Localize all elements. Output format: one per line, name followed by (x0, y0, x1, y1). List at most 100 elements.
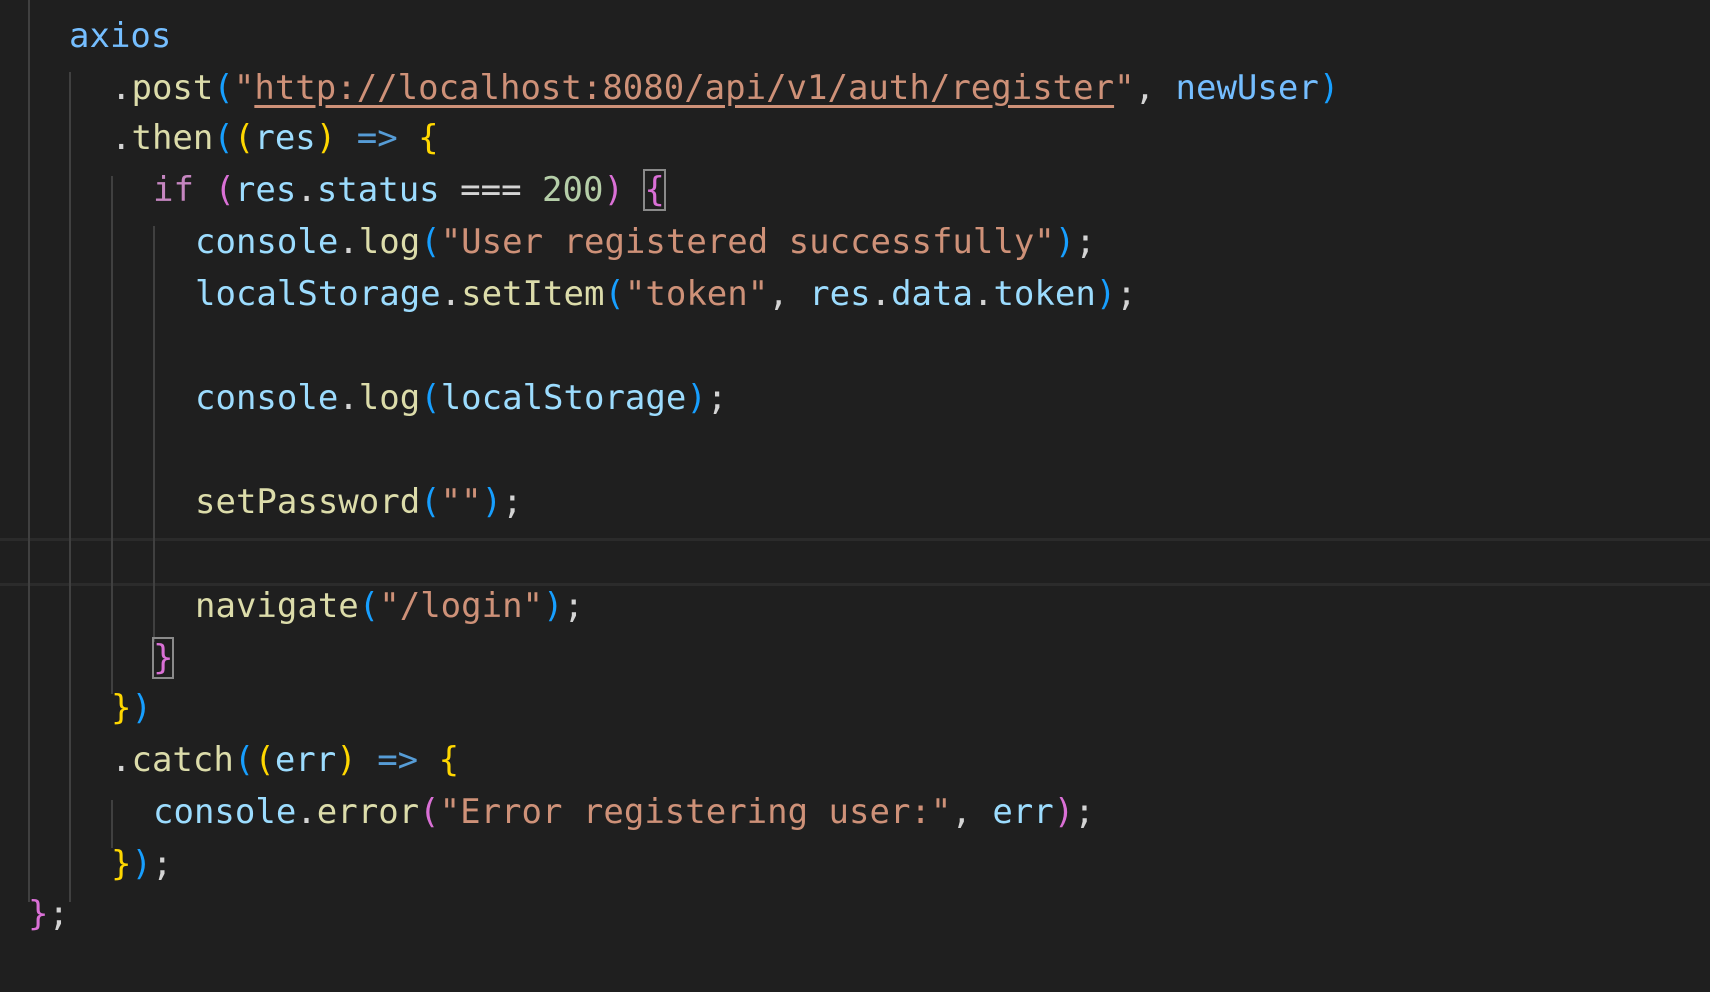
code-token: { (418, 118, 439, 158)
code-token: ; (502, 482, 523, 522)
code-line[interactable]: }; (28, 888, 69, 940)
code-token: axios (69, 16, 172, 56)
code-token: . (972, 274, 994, 314)
code-line[interactable]: } (151, 632, 175, 684)
code-token: "Error registering user:" (439, 792, 952, 832)
code-token: ) (1053, 792, 1075, 832)
code-token: ) (603, 170, 624, 210)
code-token: ( (604, 274, 625, 314)
indent-guide-5 (153, 226, 155, 642)
code-token: ) (336, 740, 357, 780)
code-token: . (296, 170, 317, 210)
code-token: , (951, 792, 993, 832)
code-token: . (111, 740, 132, 780)
code-token: err (274, 740, 337, 780)
code-token: ) (315, 118, 337, 158)
code-token: setPassword (195, 482, 421, 522)
code-token: newUser (1175, 68, 1319, 108)
code-token: ; (48, 894, 69, 934)
code-token: , (1134, 68, 1176, 108)
code-token: ; (1074, 792, 1095, 832)
code-token: " (1114, 68, 1135, 108)
code-token: . (338, 378, 359, 418)
code-line[interactable]: .catch((err) => { (111, 734, 459, 786)
code-token: ) (481, 482, 503, 522)
code-token: error (316, 792, 420, 832)
code-token: localStorage (440, 378, 687, 418)
code-token: catch (131, 740, 234, 780)
code-token: ( (233, 740, 255, 780)
code-line[interactable]: .then((res) => { (111, 112, 439, 164)
code-token: } (151, 637, 175, 679)
code-token: log (358, 378, 421, 418)
code-token: res (254, 118, 316, 158)
code-token: . (440, 274, 462, 314)
code-token: http://localhost:8080/api/v1/auth/regist… (254, 68, 1115, 108)
code-token: { (438, 740, 460, 780)
code-token: . (111, 68, 132, 108)
code-token: ) (1318, 68, 1340, 108)
code-line[interactable]: axios (69, 10, 171, 62)
code-token: ) (686, 378, 707, 418)
code-token: ; (1075, 222, 1096, 262)
code-token: ; (706, 378, 728, 418)
code-line[interactable]: navigate("/login"); (195, 580, 584, 632)
code-token: . (111, 118, 132, 158)
code-line[interactable]: console.log("User registered successfull… (195, 216, 1096, 268)
code-line[interactable]: }) (111, 682, 152, 734)
code-token: "" (440, 482, 482, 522)
code-token: "/login" (379, 586, 544, 626)
code-token: ( (213, 118, 234, 158)
code-token: ; (563, 586, 584, 626)
code-token: ( (419, 792, 440, 832)
code-line[interactable]: setPassword(""); (195, 476, 523, 528)
code-line[interactable]: if (res.status === 200) { (153, 164, 666, 216)
code-token: => (356, 118, 398, 158)
code-token: ) (131, 688, 152, 728)
code-token: , (768, 274, 810, 314)
code-token: console (153, 792, 297, 832)
code-token: token (993, 274, 1096, 314)
code-token: . (296, 792, 317, 832)
code-token: " (233, 68, 255, 108)
current-line-highlight (0, 538, 1710, 586)
code-token: ( (420, 482, 441, 522)
code-token: localStorage (195, 274, 441, 314)
code-token: ) (543, 586, 564, 626)
code-line[interactable]: console.log(localStorage); (195, 372, 727, 424)
code-token: console (195, 222, 339, 262)
code-token: 200 (542, 170, 604, 210)
code-token: ( (233, 118, 255, 158)
code-token: ) (1095, 274, 1117, 314)
code-token: then (131, 118, 214, 158)
code-editor[interactable]: axios .post("http://localhost:8080/api/v1… (0, 0, 1710, 992)
code-token: ) (131, 844, 152, 884)
code-token: ( (254, 740, 275, 780)
code-line[interactable]: localStorage.setItem("token", res.data.t… (195, 268, 1137, 320)
code-line[interactable]: .post("http://localhost:8080/api/v1/auth… (111, 62, 1339, 114)
code-token: . (338, 222, 359, 262)
code-token: ( (214, 170, 235, 210)
code-token: => (377, 740, 419, 780)
code-token: "token" (624, 274, 769, 314)
code-token: status (316, 170, 440, 210)
code-line[interactable]: }); (111, 838, 172, 890)
code-token: ( (420, 222, 441, 262)
indent-guide-1 (28, 0, 30, 902)
code-token: ) (1054, 222, 1076, 262)
code-token: err (992, 792, 1054, 832)
code-token: setItem (461, 274, 605, 314)
code-line[interactable]: console.error("Error registering user:",… (153, 786, 1095, 838)
code-token: ; (151, 844, 173, 884)
code-token: res (234, 170, 297, 210)
code-token: ( (358, 586, 380, 626)
code-token: === (439, 170, 543, 210)
code-token: . (870, 274, 892, 314)
indent-guide-3 (111, 176, 113, 694)
indent-guide-2 (69, 72, 71, 902)
